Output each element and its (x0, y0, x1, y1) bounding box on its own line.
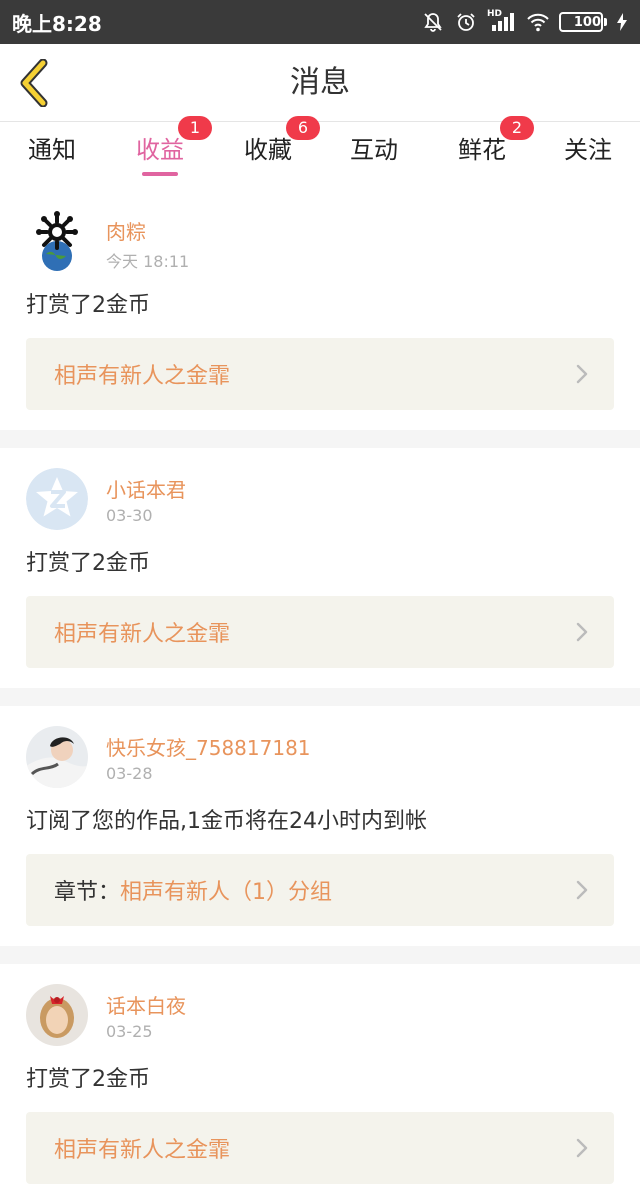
status-icons: HD 100 (421, 9, 628, 33)
avatar[interactable] (26, 468, 88, 530)
tab-notifications[interactable]: 通知 (26, 122, 78, 190)
unread-badge: 1 (178, 116, 212, 140)
list-item: 话本白夜 03-25 打赏了2金币 相声有新人之金霏 (0, 964, 640, 1204)
tab-earnings[interactable]: 收益 1 (134, 116, 212, 190)
alarm-clock-icon (454, 11, 478, 33)
signal-hd-label: HD (487, 9, 503, 19)
message-text: 打赏了2金币 (26, 551, 150, 576)
bell-muted-icon (421, 11, 445, 33)
active-tab-indicator (142, 172, 178, 176)
unread-badge: 6 (286, 116, 320, 140)
status-time: 晚上8:28 (12, 11, 102, 36)
username[interactable]: 话本白夜 (106, 990, 186, 1019)
tab-follows[interactable]: 关注 (562, 122, 614, 190)
avatar[interactable] (26, 210, 88, 272)
chevron-right-icon (576, 364, 588, 384)
page-title: 消息 (290, 65, 350, 100)
work-link[interactable]: 相声有新人之金霏 (26, 1112, 614, 1184)
username[interactable]: 快乐女孩_758817181 (106, 732, 311, 761)
work-link[interactable]: 相声有新人之金霏 (26, 338, 614, 410)
timestamp: 03-28 (106, 764, 153, 783)
header: 消息 (0, 44, 640, 122)
work-title: 相声有新人之金霏 (54, 622, 231, 647)
work-link[interactable]: 相声有新人之金霏 (26, 596, 614, 668)
tab-label: 关注 (564, 136, 612, 164)
battery-percent: 100 (573, 14, 601, 30)
tab-label: 收益 (136, 136, 184, 164)
username[interactable]: 肉粽 (106, 216, 146, 245)
tab-bar: 通知 收益 1 收藏 6 互动 鲜花 2 关注 (0, 116, 640, 190)
chapter-title: 相声有新人（1）分组 (120, 880, 333, 905)
list-item: 快乐女孩_758817181 03-28 订阅了您的作品,1金币将在24小时内到… (0, 706, 640, 946)
timestamp: 03-30 (106, 506, 153, 525)
status-bar: 晚上8:28 HD 100 (0, 0, 640, 44)
work-title: 相声有新人之金霏 (54, 364, 231, 389)
avatar[interactable] (26, 984, 88, 1046)
chapter-link[interactable]: 章节： 相声有新人（1）分组 (26, 854, 614, 926)
charging-bolt-icon (616, 11, 628, 33)
avatar[interactable] (26, 726, 88, 788)
unread-badge: 2 (500, 116, 534, 140)
wifi-icon (526, 11, 550, 33)
message-text: 打赏了2金币 (26, 293, 150, 318)
cellular-signal-icon: HD (487, 9, 517, 33)
list-item: 小话本君 03-30 打赏了2金币 相声有新人之金霏 (0, 448, 640, 688)
list-item: 肉粽 今天 18:11 打赏了2金币 相声有新人之金霏 (0, 190, 640, 430)
timestamp: 今天 18:11 (106, 252, 190, 271)
work-title: 相声有新人之金霏 (54, 1138, 231, 1163)
tab-flowers[interactable]: 鲜花 2 (456, 116, 534, 190)
tab-interactions[interactable]: 互动 (348, 122, 400, 190)
tab-label: 通知 (28, 136, 76, 164)
tab-favorites[interactable]: 收藏 6 (242, 116, 320, 190)
chevron-right-icon (576, 1138, 588, 1158)
tab-label: 互动 (350, 136, 398, 164)
message-text: 订阅了您的作品,1金币将在24小时内到帐 (26, 809, 427, 834)
tab-label: 收藏 (244, 136, 292, 164)
message-text: 打赏了2金币 (26, 1067, 150, 1092)
username[interactable]: 小话本君 (106, 474, 186, 503)
chapter-prefix: 章节： (54, 880, 121, 905)
chevron-right-icon (576, 880, 588, 900)
battery-icon: 100 (559, 12, 607, 32)
tab-label: 鲜花 (458, 136, 506, 164)
chevron-right-icon (576, 622, 588, 642)
timestamp: 03-25 (106, 1022, 153, 1041)
message-feed: 肉粽 今天 18:11 打赏了2金币 相声有新人之金霏 小话本君 03-30 打… (0, 190, 640, 1204)
